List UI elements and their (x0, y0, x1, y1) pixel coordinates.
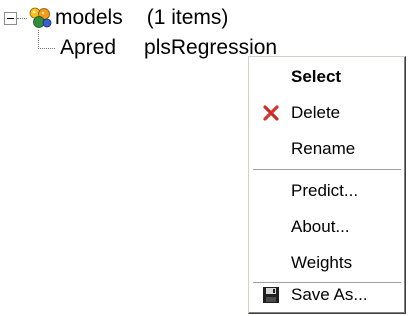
floppy-disk-icon (251, 277, 291, 313)
menu-item-label: Save As... (291, 285, 368, 304)
menu-item-label: Select (291, 67, 342, 86)
menu-item-select[interactable]: Select (251, 59, 403, 95)
collapse-toggle-icon[interactable] (4, 11, 17, 25)
menu-icon-slot (251, 209, 291, 245)
menu-item-save-as[interactable]: Save As... (251, 277, 403, 313)
menu-separator (253, 169, 401, 171)
menu-icon-slot (251, 245, 291, 281)
menu-icon-slot (251, 131, 291, 167)
menu-icon-slot (251, 173, 291, 209)
menu-item-label: Delete (291, 103, 341, 122)
tree-node-label: models (55, 6, 123, 29)
delete-x-icon (251, 95, 291, 131)
menu-item-label: About... (291, 217, 350, 236)
menu-item-rename[interactable]: Rename (251, 131, 403, 167)
menu-item-label: Weights (291, 253, 353, 272)
menu-item-weights[interactable]: Weights (251, 245, 403, 281)
tree-node-count: (1 items) (146, 6, 229, 29)
context-menu: Select Delete Rename Predict... About...… (248, 56, 406, 314)
menu-item-about[interactable]: About... (251, 209, 403, 245)
menu-item-label: Predict... (291, 181, 359, 200)
tree-node-apred[interactable]: Apred plsRegression (36, 36, 277, 60)
menu-icon-slot (251, 59, 291, 95)
menu-item-delete[interactable]: Delete (251, 95, 403, 131)
menu-item-predict[interactable]: Predict... (251, 173, 403, 209)
models-folder-icon (29, 7, 52, 28)
tree-node-models[interactable]: models (1 items) (4, 6, 228, 30)
tree-connector (17, 17, 27, 19)
menu-item-label: Rename (291, 139, 356, 158)
model-name: Apred (60, 36, 117, 59)
